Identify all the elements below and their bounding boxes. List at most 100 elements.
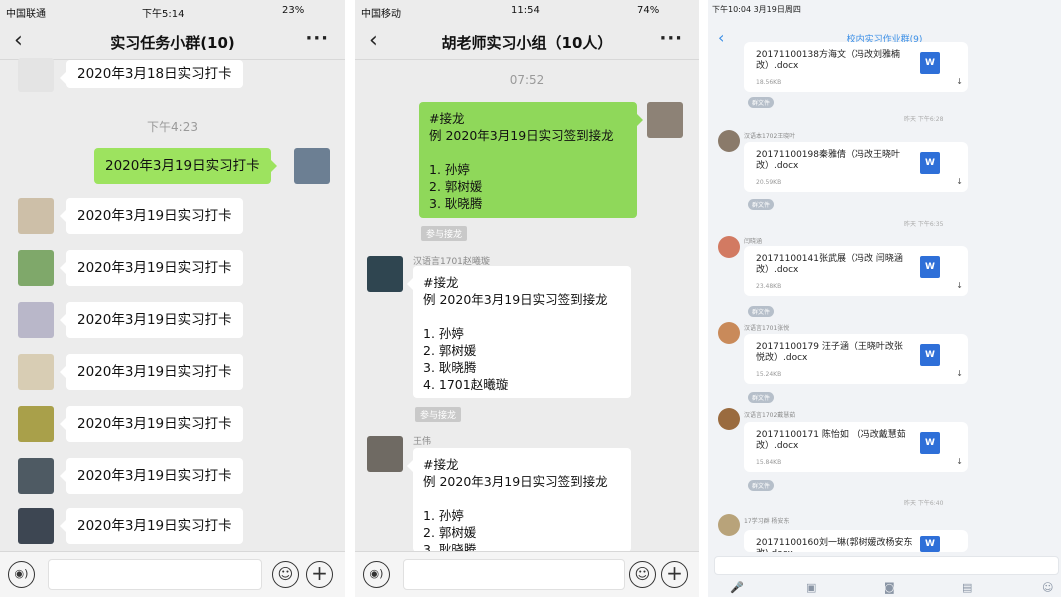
file-card[interactable]: 20171100141张武展（冯改 闫晓涵改）.docx 23.48KB W ↓ [744,246,968,296]
group-file-tag: 群文件 [748,480,775,491]
avatar[interactable] [18,458,54,494]
group-file-tag: 群文件 [748,306,775,317]
avatar[interactable] [718,130,740,152]
message-bubble[interactable]: 2020年3月19日实习打卡 [60,508,243,544]
message-bubble[interactable]: 2020年3月19日实习打卡 [60,354,243,390]
avatar[interactable] [18,58,54,92]
file-icon[interactable]: ▤ [962,581,972,594]
message-input[interactable] [48,559,262,590]
message-input[interactable] [714,556,1059,575]
microphone-icon[interactable]: 🎤 [730,581,744,594]
message-bubble[interactable]: 2020年3月19日实习打卡 [60,406,243,442]
voice-icon[interactable]: ◉) [363,561,390,588]
avatar[interactable] [718,514,740,536]
sender-name: 汉语本1702王晓叶 [744,133,796,140]
qq-group-chat-screen: 下午10:04 3月19日周四 ‹ 校内实习作业群(9) 20171100138… [708,0,1061,597]
sender-name: 王伟 [413,437,432,447]
file-name: 20171100141张武展（冯改 闫晓涵改）.docx [756,254,903,275]
wechat-chat-screen-1: 中国联通 下午5:14 23% ‹ 实习任务小群(10) ··· 2020年3月… [0,0,345,597]
chat-title: 实习任务小群(10) [110,34,235,52]
avatar[interactable] [18,302,54,338]
clock: 11:54 [511,5,540,16]
avatar[interactable] [718,408,740,430]
download-icon[interactable]: ↓ [956,77,963,86]
plus-icon[interactable]: + [306,561,333,588]
message-bubble[interactable]: 2020年3月19日实习打卡 [60,198,243,234]
my-relay-message[interactable]: #接龙 例 2020年3月19日实习签到接龙 1. 孙婷 2. 郭树媛 3. 耿… [419,102,643,218]
avatar[interactable] [18,250,54,286]
group-file-tag: 群文件 [748,199,775,210]
time-separator: 下午4:23 [147,120,198,134]
relay-message[interactable]: #接龙 例 2020年3月19日实习签到接龙 1. 孙婷 2. 郭树媛 3. 耿… [407,448,631,557]
message-bubble[interactable]: 2020年3月19日实习打卡 [60,302,243,338]
file-card[interactable]: 20171100138方海文（冯改刘雅楠改）.docx 18.56KB W ↓ [744,42,968,92]
my-avatar[interactable] [647,102,683,138]
file-card[interactable]: 20171100160刘一琳(郭树媛改杨安东改).docx W [744,530,968,552]
plus-icon[interactable]: + [661,561,688,588]
sender-name: 闫晓涵 [744,238,763,245]
message-bubble[interactable]: 2020年3月19日实习打卡 [60,250,243,286]
message-time: 昨天 下午6:40 [904,500,944,507]
chat-title: 胡老师实习小组（10人） [441,34,613,52]
file-name: 20171100171 陈怡如 （冯改戴慧茹改）.docx [756,430,906,451]
my-message-bubble[interactable]: 2020年3月19日实习打卡 [94,148,277,184]
my-avatar[interactable] [294,148,330,184]
wechat-chat-screen-2: 中国移动 11:54 74% ‹ 胡老师实习小组（10人） ··· 07:52 … [355,0,699,597]
sender-name: 汉语言1702戴慧茹 [744,412,796,419]
download-icon[interactable]: ↓ [956,281,963,290]
emoji-icon[interactable]: ☺ [629,561,656,588]
emoji-icon[interactable]: ☺ [272,561,299,588]
sender-name: 17学习群 杨安东 [744,518,790,525]
toolbar: 🎤 ▣ ◙ ▤ ☺ [708,580,1061,597]
sender-name: 汉语言1701张悦 [744,325,790,332]
avatar[interactable] [18,354,54,390]
file-name: 20171100198秦雅倩（冯改王晓叶改）.docx [756,150,900,171]
chat-navbar: ‹ 实习任务小群(10) ··· [0,20,345,60]
more-button[interactable]: ··· [305,28,329,49]
chat-navbar: ‹ 胡老师实习小组（10人） ··· [355,20,699,60]
file-size: 20.59KB [756,179,782,186]
avatar[interactable] [718,322,740,344]
more-button[interactable]: ··· [659,28,683,49]
status-bar: 中国移动 11:54 74% [355,0,699,20]
avatar[interactable] [18,406,54,442]
word-file-icon: W [920,536,940,552]
status-bar: 中国联通 下午5:14 23% [0,0,345,20]
image-icon[interactable]: ▣ [806,581,816,594]
file-size: 18.56KB [756,79,782,86]
message-bubble[interactable]: 2020年3月19日实习打卡 [60,458,243,494]
download-icon[interactable]: ↓ [956,369,963,378]
avatar[interactable] [18,198,54,234]
carrier-label: 中国联通 [6,9,46,20]
relay-message[interactable]: #接龙 例 2020年3月19日实习签到接龙 1. 孙婷 2. 郭树媛 3. 耿… [407,266,631,398]
file-card[interactable]: 20171100179 汪子涵（王晓叶改张悦改）.docx 15.24KB W … [744,334,968,384]
file-name: 20171100160刘一琳(郭树媛改杨安东改).docx [756,538,913,552]
avatar[interactable] [718,236,740,258]
group-file-tag: 群文件 [748,392,775,403]
avatar[interactable] [367,256,403,292]
message-input[interactable] [403,559,625,590]
file-card[interactable]: 20171100198秦雅倩（冯改王晓叶改）.docx 20.59KB W ↓ [744,142,968,192]
clock: 下午5:14 [142,9,185,20]
file-card[interactable]: 20171100171 陈怡如 （冯改戴慧茹改）.docx 15.84KB W … [744,422,968,472]
word-file-icon: W [920,432,940,454]
word-file-icon: W [920,152,940,174]
voice-icon[interactable]: ◉) [8,561,35,588]
status-bar: 下午10:04 3月19日周四 [712,5,801,14]
camera-icon[interactable]: ◙ [884,581,895,594]
message-bubble[interactable]: 2020年3月18日实习打卡 [60,60,243,88]
message-time: 昨天 下午6:35 [904,221,944,228]
word-file-icon: W [920,52,940,74]
download-icon[interactable]: ↓ [956,177,963,186]
avatar[interactable] [367,436,403,472]
file-size: 15.84KB [756,459,782,466]
message-time: 昨天 下午6:28 [904,116,944,123]
download-icon[interactable]: ↓ [956,457,963,466]
join-relay-button[interactable]: 参与接龙 [415,407,462,422]
battery-label: 23% [282,5,305,16]
avatar[interactable] [18,508,54,544]
emoji-icon[interactable]: ☺ [1042,581,1053,594]
file-size: 15.24KB [756,371,782,378]
input-bar: ◉) ☺ + [355,551,699,597]
join-relay-button[interactable]: 参与接龙 [421,226,468,241]
